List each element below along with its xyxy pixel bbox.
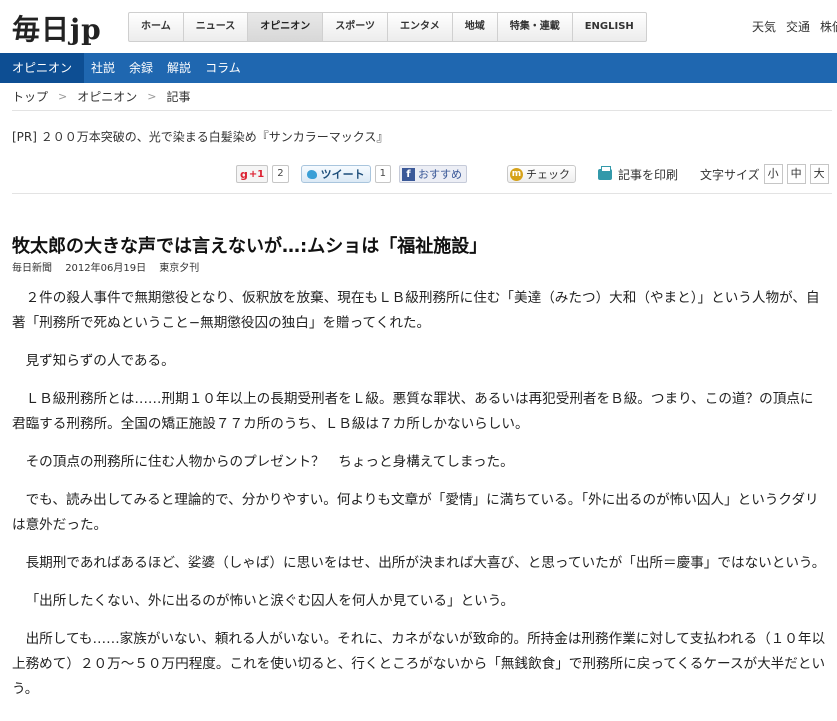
font-size-medium-button[interactable]: 中 — [786, 164, 806, 184]
pr-tag: [PR] — [12, 130, 37, 144]
twitter-bird-icon — [306, 169, 317, 179]
nav-local[interactable]: 地域 — [453, 13, 498, 41]
nav-opinion[interactable]: オピニオン — [248, 13, 324, 41]
nav-english[interactable]: ENGLISH — [573, 13, 646, 41]
opinion-subnav: オピニオン 社説 余録 解説 コラム — [0, 53, 837, 83]
article-paragraph: 見ず知らずの人である。 — [25, 353, 175, 369]
mixi-check-label: チェック — [525, 168, 570, 181]
article-paragraph: でも、読み出してみると理論的で、分かりやすい。何よりも文章が「愛情」に満ちている… — [12, 492, 819, 533]
google-plus-icon: g — [240, 167, 248, 181]
subnav-analysis[interactable]: 解説 — [160, 53, 198, 83]
logo-suffix: jp — [70, 13, 102, 46]
mixi-check-button[interactable]: m チェック — [506, 165, 576, 183]
logo-main: 毎日 — [12, 13, 71, 46]
facebook-icon: f — [401, 167, 415, 181]
breadcrumb: トップ > オピニオン > 記事 — [12, 88, 190, 105]
subnav-editorial[interactable]: 社説 — [84, 53, 122, 83]
main-nav: ホーム ニュース オピニオン スポーツ エンタメ 地域 特集・連載 ENGLIS… — [128, 12, 647, 42]
nav-entertainment[interactable]: エンタメ — [388, 13, 453, 41]
subnav-yoroku[interactable]: 余録 — [122, 53, 160, 83]
nav-home[interactable]: ホーム — [129, 13, 184, 41]
divider — [12, 193, 832, 194]
article-byline: 毎日新聞 2012年06月19日 東京夕刊 — [12, 259, 209, 274]
pr-link[interactable]: ２００万本突破の、光で染まる白髪染め『サンカラーマックス』 — [41, 130, 389, 144]
article-title: 牧太郎の大きな声では言えないが…:ムショは「福祉施設」 — [12, 236, 488, 257]
subnav-column[interactable]: コラム — [198, 53, 248, 83]
article-paragraph: 長期刑であればあるほど、娑婆（しゃば）に思いをはせ、出所が決まれば大喜び、と思っ… — [25, 555, 826, 571]
breadcrumb-current: 記事 — [166, 90, 191, 104]
breadcrumb-separator: > — [147, 90, 157, 103]
tweet-count: 1 — [374, 165, 391, 183]
article-source: 毎日新聞 — [12, 263, 52, 274]
nav-features[interactable]: 特集・連載 — [498, 13, 573, 41]
mixi-icon: m — [509, 167, 523, 181]
article-paragraph: その頂点の刑務所に住む人物からのプレゼント？ ちょっと身構えてしまった。 — [25, 454, 514, 470]
util-weather-link[interactable]: 天気 — [752, 18, 776, 35]
utility-links: 天気 交通 株価 — [752, 18, 837, 35]
breadcrumb-separator: > — [58, 90, 68, 103]
breadcrumb-top[interactable]: トップ — [12, 88, 48, 105]
printer-icon — [597, 165, 612, 180]
article-paragraph: 「出所したくない、外に出るのが怖いと涙ぐむ囚人を何人か見ている」という。 — [25, 593, 515, 609]
facebook-label: おすすめ — [417, 168, 462, 181]
article-paragraph: ＬＢ級刑務所とは……刑期１０年以上の長期受刑者をＬ級。悪質な罪状、あるいは再犯受… — [12, 391, 814, 432]
util-stocks-link[interactable]: 株価 — [820, 18, 837, 35]
print-article-link[interactable]: 記事を印刷 — [597, 165, 678, 183]
tweet-button[interactable]: ツイート — [300, 165, 371, 183]
breadcrumb-opinion[interactable]: オピニオン — [77, 88, 137, 105]
font-size-large-button[interactable]: 大 — [809, 164, 829, 184]
tweet-label: ツイート — [320, 168, 365, 181]
article-toolbar: g +1 2 ツイート 1 f おすすめ m チェック 記事を印刷 文字サイズ … — [236, 164, 829, 184]
util-traffic-link[interactable]: 交通 — [786, 18, 810, 35]
print-label: 記事を印刷 — [617, 167, 678, 182]
pr-ad: [PR] ２００万本突破の、光で染まる白髪染め『サンカラーマックス』 — [12, 128, 388, 145]
subnav-opinion[interactable]: オピニオン — [0, 53, 85, 83]
article-body: ２件の殺人事件で無期懲役となり、仮釈放を放棄、現在もＬＢ級刑務所に住む「美達（み… — [12, 286, 827, 715]
nav-news[interactable]: ニュース — [184, 13, 249, 41]
site-logo[interactable]: 毎日jp — [12, 8, 102, 48]
article-paragraph: ２件の殺人事件で無期懲役となり、仮釈放を放棄、現在もＬＢ級刑務所に住む「美達（み… — [12, 290, 820, 331]
article-edition: 東京夕刊 — [159, 263, 200, 274]
font-size-small-button[interactable]: 小 — [763, 164, 783, 184]
nav-sports[interactable]: スポーツ — [323, 13, 389, 41]
gplus-button[interactable]: g +1 — [236, 165, 269, 183]
top-header: 毎日jp ホーム ニュース オピニオン スポーツ エンタメ 地域 特集・連載 E… — [0, 0, 837, 52]
divider — [12, 110, 832, 111]
article-date: 2012年06月19日 — [65, 263, 147, 274]
gplus-count: 2 — [272, 165, 289, 183]
gplus-label: +1 — [248, 168, 265, 180]
facebook-recommend-button[interactable]: f おすすめ — [398, 165, 467, 183]
font-size-label: 文字サイズ — [699, 167, 760, 182]
article-paragraph: 出所しても……家族がいない、頼れる人がいない。それに、カネがないが致命的。所持金… — [12, 631, 826, 697]
